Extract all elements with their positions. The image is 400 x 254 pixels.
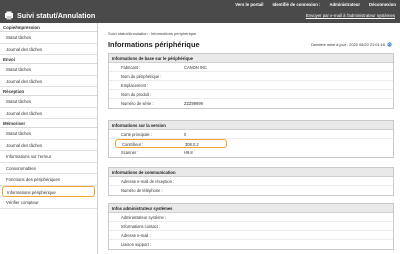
row-label: Liaison support : (121, 242, 152, 247)
section-title: Informations de communication (109, 168, 393, 177)
sidebar-item-error-info[interactable]: Informations sur l'erreur (0, 151, 97, 163)
info-row: Adresse e-mail de réception : (109, 177, 393, 186)
section-title: Informations de base sur le périphérique (109, 54, 393, 63)
row-label: Administrateur système : (121, 215, 167, 220)
section-title: Informations sur la version (109, 121, 393, 130)
app-logo: Suivi statut/Annulation (4, 11, 95, 20)
section-version-info: Informations sur la version Carte princi… (108, 120, 394, 158)
last-update: Dernière mise à jour : 2020 05/20 21:01:… (311, 42, 392, 47)
section-communication-info: Informations de communication Adresse e-… (108, 167, 394, 196)
section-title: Infos administrateur systèmes (109, 204, 393, 213)
sidebar-item-store-job-status[interactable]: Statut tâches (0, 128, 97, 140)
sidebar-group-copy-print: Copie/Impression (0, 23, 97, 32)
printer-status-icon (5, 11, 13, 20)
app-title: Suivi statut/Annulation (17, 11, 96, 20)
row-label: Nom du produit : (121, 92, 152, 97)
info-row: Numéro de téléphone : (109, 186, 393, 195)
row-label: Adresse e-mail de réception : (121, 179, 175, 184)
info-row-controller-highlighted: Contrôleur :308.0.2 (115, 139, 227, 148)
row-label: Nom du périphérique : (121, 74, 162, 79)
info-row: Emplacement : (109, 81, 393, 90)
info-row: Nom du produit : (109, 90, 393, 99)
sidebar-item-receive-job-log[interactable]: Journal des tâches (0, 108, 97, 119)
refresh-icon[interactable] (387, 42, 392, 47)
sidebar-item-device-features[interactable]: Fonctions des périphériques (0, 174, 97, 186)
info-row: Adresse e-mail : (109, 231, 393, 240)
page-title: Informations périphérique (108, 40, 200, 49)
sidebar-item-device-info[interactable]: Informations périphérique (2, 185, 95, 197)
sidebar-item-consumables[interactable]: Consommables (0, 163, 97, 174)
top-links: Vers le portail Identifié de connexion :… (235, 2, 396, 7)
breadcrumb: Suivi statut/Annulation : Informations p… (108, 31, 197, 36)
info-row: Administrateur système : (109, 213, 393, 222)
row-label: Fabricant : (121, 65, 141, 70)
top-bar: Suivi statut/Annulation Vers le portail … (0, 0, 400, 23)
sidebar-item-store-job-log[interactable]: Journal des tâches (0, 140, 97, 151)
info-row: Liaison support : (109, 240, 393, 249)
sidebar-group-receive: Réception (0, 87, 97, 96)
sidebar-group-send: Envoi (0, 55, 97, 64)
row-label: Informations contact : (121, 224, 161, 229)
section-admin-info: Infos administrateur systèmes Administra… (108, 203, 394, 250)
row-value: H9.8 (184, 150, 193, 155)
email-admin-link[interactable]: Envoyer par e-mail à l'administrateur sy… (306, 13, 395, 18)
row-value: ZZZ99999 (184, 101, 203, 106)
row-label: Carte principale : (121, 132, 152, 137)
info-row: Scanner : H9.8 (109, 148, 393, 157)
sidebar-item-copy-job-log[interactable]: Journal des tâches (0, 44, 97, 55)
row-value: CANON INC (184, 65, 207, 70)
user-name: Administrateur (329, 2, 361, 7)
sidebar-item-receive-job-status[interactable]: Statut tâches (0, 96, 97, 108)
row-label: Contrôleur : (122, 142, 144, 147)
row-value: 0 (184, 132, 187, 137)
sidebar-item-check-counter[interactable]: Vérifier compteur (0, 197, 97, 209)
sidebar-item-send-job-log[interactable]: Journal des tâches (0, 76, 97, 87)
sidebar-item-copy-job-status[interactable]: Statut tâches (0, 32, 97, 44)
logout-link[interactable]: Déconnexion (369, 2, 396, 7)
info-row: Fabricant : CANON INC (109, 63, 393, 72)
row-label: Scanner : (121, 150, 139, 155)
row-label: Emplacement : (121, 83, 149, 88)
row-label: Adresse e-mail : (121, 233, 151, 238)
row-label: Numéro de série : (121, 101, 154, 106)
sidebar-item-send-job-status[interactable]: Statut tâches (0, 64, 97, 76)
portal-link[interactable]: Vers le portail (235, 2, 263, 7)
sidebar: Copie/Impression Statut tâches Journal d… (0, 23, 98, 254)
info-row: Numéro de série : ZZZ99999 (109, 99, 393, 108)
last-update-text: Dernière mise à jour : 2020 05/20 21:01:… (311, 42, 385, 47)
info-row: Nom du périphérique : (109, 72, 393, 81)
login-id-label: Identifié de connexion : (272, 2, 321, 7)
sidebar-group-store: Mémoriser (0, 119, 97, 128)
info-row: Carte principale : 0 (109, 130, 393, 139)
row-label: Numéro de téléphone : (121, 188, 163, 193)
info-row: Informations contact : (109, 222, 393, 231)
section-basic-info: Informations de base sur le périphérique… (108, 53, 394, 109)
